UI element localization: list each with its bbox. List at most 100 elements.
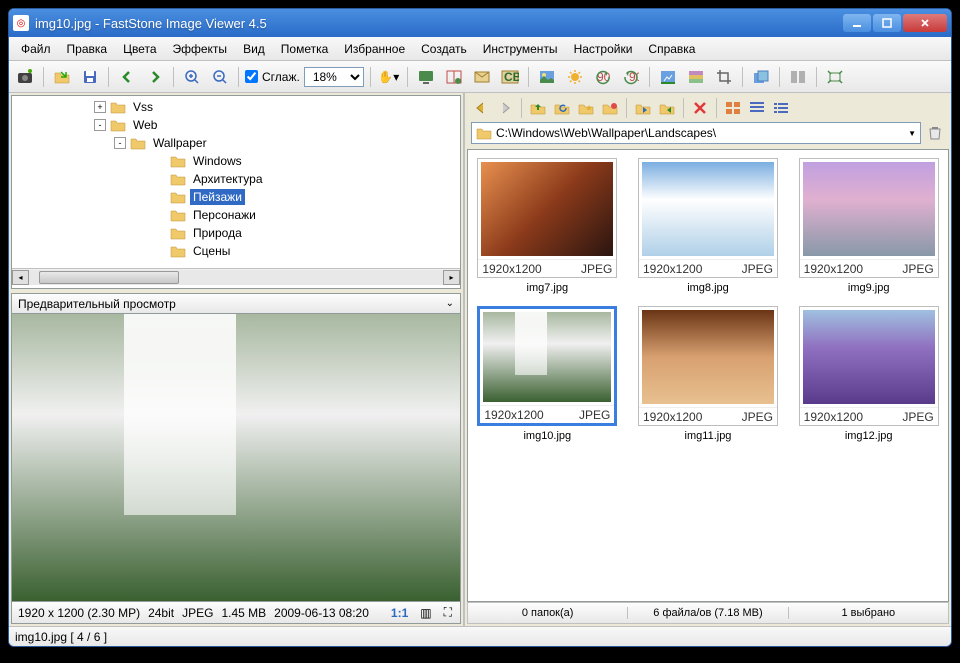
tree-item[interactable]: Сцены bbox=[14, 242, 458, 260]
nav-up-icon[interactable] bbox=[528, 98, 548, 118]
tree-expander-icon[interactable]: - bbox=[114, 137, 126, 149]
pan-icon[interactable]: ✋▾ bbox=[377, 65, 401, 89]
tree-item[interactable]: Природа bbox=[14, 224, 458, 242]
tree-expander-icon[interactable]: - bbox=[94, 119, 106, 131]
acquire-icon[interactable] bbox=[13, 65, 37, 89]
menu-9[interactable]: Настройки bbox=[566, 39, 641, 59]
scroll-right-icon[interactable]: ▸ bbox=[443, 270, 460, 285]
recycle-icon[interactable] bbox=[925, 123, 945, 143]
thumbnail-cell: 1920x1200JPEGimg7.jpg bbox=[476, 158, 619, 294]
thumbnail[interactable]: 1920x1200JPEG bbox=[477, 306, 617, 426]
thumbnail[interactable]: 1920x1200JPEG bbox=[799, 306, 939, 426]
zoom-out-icon[interactable] bbox=[208, 65, 232, 89]
rotate-right-icon[interactable]: 90 bbox=[619, 65, 643, 89]
tree-item[interactable]: Персонажи bbox=[14, 206, 458, 224]
nav-refresh-icon[interactable] bbox=[552, 98, 572, 118]
crop-icon[interactable] bbox=[712, 65, 736, 89]
menu-2[interactable]: Цвета bbox=[115, 39, 164, 59]
email-icon[interactable] bbox=[470, 65, 494, 89]
back-icon[interactable] bbox=[115, 65, 139, 89]
minimize-button[interactable] bbox=[843, 14, 871, 32]
ratio-icon[interactable]: 1:1 bbox=[389, 606, 410, 620]
folder-tree[interactable]: +Vss-Web-WallpaperWindowsАрхитектураПейз… bbox=[12, 96, 460, 268]
collapse-icon[interactable]: ⌄ bbox=[446, 298, 454, 309]
histogram-icon[interactable]: ▥ bbox=[418, 606, 433, 620]
thumbnail-cell: 1920x1200JPEGimg10.jpg bbox=[476, 306, 619, 442]
rotate-left-icon[interactable]: 90 bbox=[591, 65, 615, 89]
tree-item[interactable]: Архитектура bbox=[14, 170, 458, 188]
menu-5[interactable]: Пометка bbox=[273, 39, 337, 59]
path-dropdown-icon[interactable]: ▼ bbox=[908, 129, 916, 138]
scroll-left-icon[interactable]: ◂ bbox=[12, 270, 29, 285]
wallpaper-icon[interactable] bbox=[535, 65, 559, 89]
preview-pane: Предварительный просмотр ⌄ 1920 x 1200 (… bbox=[11, 293, 461, 624]
zoom-in-icon[interactable] bbox=[180, 65, 204, 89]
tree-expander-icon[interactable]: + bbox=[94, 101, 106, 113]
tree-item[interactable]: - Wallpaper bbox=[14, 134, 458, 152]
path-input[interactable]: C:\Windows\Web\Wallpaper\Landscapes\ ▼ bbox=[471, 122, 921, 144]
tree-item[interactable]: Пейзажи bbox=[14, 188, 458, 206]
adjust-icon[interactable] bbox=[563, 65, 587, 89]
tree-item[interactable]: -Web bbox=[14, 116, 458, 134]
thumb-info: 1920x1200JPEG bbox=[480, 405, 614, 423]
thumbnail[interactable]: 1920x1200JPEG bbox=[799, 158, 939, 278]
tree-item[interactable]: Windows bbox=[14, 152, 458, 170]
delete-icon[interactable] bbox=[690, 98, 710, 118]
menu-6[interactable]: Избранное bbox=[336, 39, 413, 59]
preview-image[interactable] bbox=[11, 313, 461, 602]
open-icon[interactable] bbox=[50, 65, 74, 89]
thumbnail-area[interactable]: 1920x1200JPEGimg7.jpg1920x1200JPEGimg8.j… bbox=[467, 149, 949, 602]
preview-header[interactable]: Предварительный просмотр ⌄ bbox=[11, 293, 461, 313]
forward-icon[interactable] bbox=[143, 65, 167, 89]
move-to-icon[interactable] bbox=[657, 98, 677, 118]
nav-favorites-icon[interactable] bbox=[576, 98, 596, 118]
menu-0[interactable]: Файл bbox=[13, 39, 59, 59]
compare-icon[interactable] bbox=[442, 65, 466, 89]
slideshow-icon[interactable] bbox=[414, 65, 438, 89]
nav-new-folder-icon[interactable] bbox=[600, 98, 620, 118]
menu-1[interactable]: Правка bbox=[59, 39, 116, 59]
menu-8[interactable]: Инструменты bbox=[475, 39, 566, 59]
path-text: C:\Windows\Web\Wallpaper\Landscapes\ bbox=[496, 126, 716, 140]
thumb-image bbox=[803, 310, 935, 404]
bottom-statusbar: img10.jpg [ 4 / 6 ] bbox=[9, 626, 951, 646]
tree-label: Wallpaper bbox=[150, 135, 210, 151]
canvas-icon[interactable] bbox=[684, 65, 708, 89]
titlebar[interactable]: ◎ img10.jpg - FastStone Image Viewer 4.5 bbox=[9, 9, 951, 37]
preview-dims: 1920 x 1200 (2.30 MP) bbox=[18, 606, 140, 620]
tree-label: Природа bbox=[190, 225, 245, 241]
thumbnail[interactable]: 1920x1200JPEG bbox=[638, 158, 778, 278]
thumb-info: 1920x1200JPEG bbox=[478, 259, 616, 277]
tool-cb-icon[interactable]: CB bbox=[498, 65, 522, 89]
thumbnail[interactable]: 1920x1200JPEG bbox=[638, 306, 778, 426]
tree-hscrollbar[interactable]: ◂ ▸ bbox=[12, 268, 460, 285]
view-details-icon[interactable] bbox=[747, 98, 767, 118]
view-list-icon[interactable] bbox=[771, 98, 791, 118]
settings-icon[interactable] bbox=[786, 65, 810, 89]
nav-back-icon[interactable] bbox=[471, 98, 491, 118]
thumbnail[interactable]: 1920x1200JPEG bbox=[477, 158, 617, 278]
menu-7[interactable]: Создать bbox=[413, 39, 475, 59]
menu-3[interactable]: Эффекты bbox=[165, 39, 236, 59]
menu-10[interactable]: Справка bbox=[640, 39, 703, 59]
tree-item[interactable]: +Vss bbox=[14, 98, 458, 116]
tree-label: Пейзажи bbox=[190, 189, 245, 205]
resize-icon[interactable] bbox=[656, 65, 680, 89]
bottom-status-text: img10.jpg [ 4 / 6 ] bbox=[15, 630, 107, 644]
smooth-checkbox[interactable]: Сглаж. bbox=[245, 70, 300, 84]
fullscreen-icon[interactable] bbox=[823, 65, 847, 89]
thumb-filename: img12.jpg bbox=[845, 430, 893, 442]
expand-preview-icon[interactable]: ⛶ bbox=[442, 605, 454, 620]
view-thumbs-icon[interactable] bbox=[723, 98, 743, 118]
copy-to-icon[interactable] bbox=[633, 98, 653, 118]
zoom-select[interactable]: 18% bbox=[304, 67, 364, 87]
maximize-button[interactable] bbox=[873, 14, 901, 32]
tree-label: Архитектура bbox=[190, 171, 266, 187]
svg-text:CB: CB bbox=[504, 70, 519, 84]
nav-forward-icon[interactable] bbox=[495, 98, 515, 118]
scroll-thumb[interactable] bbox=[39, 271, 179, 284]
close-button[interactable] bbox=[903, 14, 947, 32]
clone-icon[interactable] bbox=[749, 65, 773, 89]
save-icon[interactable] bbox=[78, 65, 102, 89]
menu-4[interactable]: Вид bbox=[235, 39, 273, 59]
